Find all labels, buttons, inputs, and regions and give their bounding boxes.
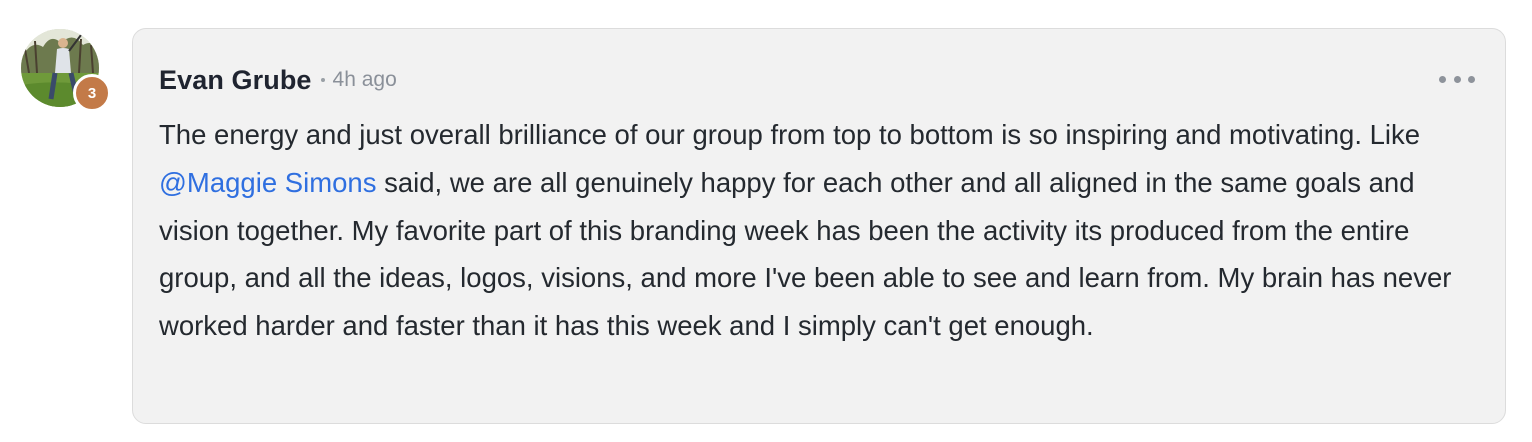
comment-timestamp[interactable]: 4h ago: [333, 68, 397, 92]
more-options-icon[interactable]: [1439, 69, 1475, 89]
level-badge: 3: [73, 74, 111, 112]
separator-dot: [320, 78, 325, 82]
user-mention-link[interactable]: @Maggie Simons: [159, 167, 376, 198]
author-name[interactable]: Evan Grube: [159, 65, 312, 96]
more-dot: [1468, 75, 1475, 83]
comment-text-part: The energy and just overall brilliance o…: [159, 119, 1421, 150]
comment-header: Evan Grube 4h ago: [159, 63, 397, 97]
author-avatar-container[interactable]: 3: [21, 29, 111, 113]
more-dot: [1453, 75, 1461, 83]
comment-bubble: Evan Grube 4h ago The energy and just ov…: [132, 28, 1506, 424]
comment-item: 3 Evan Grube 4h ago The energy and just …: [0, 0, 1532, 442]
comment-body: The energy and just overall brilliance o…: [159, 111, 1479, 350]
more-dot: [1439, 75, 1446, 83]
